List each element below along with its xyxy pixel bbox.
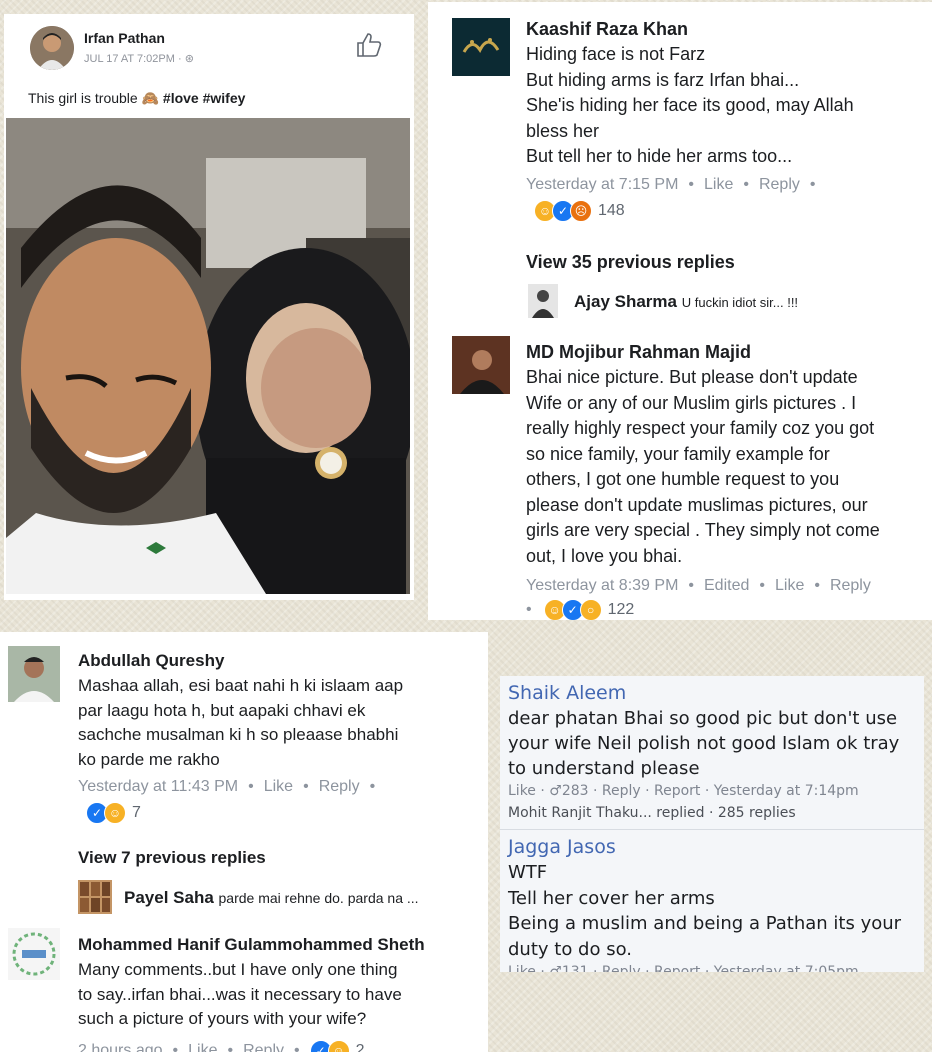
- comments-panel-bottom-left: Abdullah Qureshy Mashaa allah, esi baat …: [0, 632, 488, 1052]
- comment-meta: 2 hours ago • Like • Reply • ✓ ☺ 2: [78, 1039, 484, 1052]
- reply-payel: Payel Saha parde mai rehne do. parda na …: [124, 888, 419, 908]
- like-link[interactable]: Like: [775, 577, 804, 594]
- comment-hanif: Mohammed Hanif Gulammohammed Sheth Many …: [78, 932, 484, 1052]
- comment-text: dear phatan Bhai so good pic but don't u…: [508, 708, 900, 779]
- comment-text: Bhai nice picture. But please don't upda…: [526, 367, 880, 566]
- kaashif-avatar[interactable]: [452, 18, 510, 76]
- replies-summary[interactable]: Mohit Ranjit Thaku... replied · 285 repl…: [508, 805, 924, 821]
- haha-icon: ☺: [327, 1039, 350, 1052]
- comment-text: Mashaa allah, esi baat nahi h ki islaam …: [78, 676, 404, 769]
- comment-mojibur: MD Mojibur Rahman Majid Bhai nice pictur…: [526, 339, 930, 620]
- reactions[interactable]: • ☺ ✓ ○ 122: [526, 599, 930, 620]
- comment-text: Many comments..but I have only one thing…: [78, 960, 402, 1028]
- like-link[interactable]: Like: [188, 1042, 217, 1052]
- reaction-count: 2: [355, 1041, 365, 1052]
- reaction-count: 122: [607, 601, 635, 618]
- comment-meta: Yesterday at 8:39 PM • Edited • Like • Reply: [526, 577, 871, 594]
- reply-link[interactable]: Reply: [319, 778, 360, 795]
- post-photo[interactable]: [6, 118, 410, 594]
- reply-name[interactable]: Ajay Sharma: [574, 292, 677, 311]
- payel-avatar[interactable]: [78, 880, 112, 914]
- view-previous-replies[interactable]: View 35 previous replies: [526, 252, 735, 273]
- wow-icon: ○: [579, 599, 602, 620]
- angry-icon: ☹: [570, 199, 592, 222]
- commenter-name[interactable]: Abdullah Qureshy: [78, 648, 484, 674]
- post-text: This girl is trouble 🙈 #love #wifey: [28, 90, 246, 106]
- like-link[interactable]: Like: [704, 176, 733, 193]
- comment-time[interactable]: Yesterday at 7:15 PM: [526, 176, 678, 193]
- edited-label[interactable]: Edited: [704, 577, 749, 594]
- hanif-avatar[interactable]: [8, 928, 60, 980]
- comment-meta: Yesterday at 11:43 PM • Like • Reply •: [78, 778, 376, 795]
- commenter-name[interactable]: Kaashif Raza Khan: [526, 16, 926, 42]
- mojibur-avatar[interactable]: [452, 336, 510, 394]
- comment-meta[interactable]: Like · ♂131 · Reply · Report · Yesterday…: [508, 964, 924, 972]
- divider: [500, 829, 924, 830]
- post-panel: Irfan Pathan JUL 17 AT 7:02PM · ⊛ This g…: [4, 14, 414, 600]
- comment-jagga: Jagga Jasos WTF Tell her cover her arms …: [508, 834, 924, 972]
- comments-panel-bottom-right: Shaik Aleem dear phatan Bhai so good pic…: [500, 676, 924, 972]
- ajay-avatar[interactable]: [528, 284, 558, 318]
- commenter-name[interactable]: Jagga Jasos: [508, 834, 924, 860]
- comment-meta[interactable]: Like · ♂283 · Reply · Report · Yesterday…: [508, 783, 924, 799]
- reaction-count: 7: [132, 804, 141, 821]
- reactions[interactable]: ✓ ☺ 7: [86, 802, 484, 824]
- comment-time[interactable]: Yesterday at 8:39 PM: [526, 577, 678, 594]
- comment-text: Hiding face is not Farz But hiding arms …: [526, 44, 854, 166]
- view-previous-replies[interactable]: View 7 previous replies: [78, 848, 266, 868]
- reply-link[interactable]: Reply: [830, 577, 871, 594]
- post-timestamp[interactable]: JUL 17 AT 7:02PM · ⊛: [84, 52, 194, 65]
- like-link[interactable]: Like: [264, 778, 293, 795]
- comment-time[interactable]: 2 hours ago: [78, 1042, 163, 1052]
- reply-link[interactable]: Reply: [243, 1042, 284, 1052]
- reaction-count: 148: [598, 201, 625, 219]
- comment-text: WTF Tell her cover her arms Being a musl…: [508, 862, 902, 960]
- commenter-name[interactable]: Shaik Aleem: [508, 680, 924, 706]
- comments-panel-top-right: Kaashif Raza Khan Hiding face is not Far…: [428, 2, 932, 620]
- author-avatar[interactable]: [30, 26, 74, 70]
- comment-time[interactable]: Yesterday at 11:43 PM: [78, 778, 238, 795]
- reply-text: parde mai rehne do. parda na ...: [218, 890, 419, 906]
- reply-link[interactable]: Reply: [759, 176, 800, 193]
- post-hashtags[interactable]: #love #wifey: [163, 90, 246, 106]
- like-thumb-icon[interactable]: [354, 30, 384, 65]
- reactions[interactable]: ☺ ✓ ☹ 148: [534, 199, 926, 222]
- comment-meta: Yesterday at 7:15 PM • Like • Reply •: [526, 175, 816, 193]
- commenter-name[interactable]: Mohammed Hanif Gulammohammed Sheth: [78, 932, 484, 958]
- reply-text: U fuckin idiot sir... !!!: [681, 295, 799, 310]
- post-author[interactable]: Irfan Pathan: [84, 30, 165, 46]
- reply-ajay: Ajay Sharma U fuckin idiot sir... !!!: [574, 292, 798, 312]
- comment-kaashif: Kaashif Raza Khan Hiding face is not Far…: [526, 16, 926, 222]
- reply-name[interactable]: Payel Saha: [124, 888, 214, 907]
- abdullah-avatar[interactable]: [8, 646, 60, 702]
- globe-icon: ⊛: [184, 53, 194, 65]
- haha-icon: ☺: [104, 802, 126, 824]
- commenter-name[interactable]: MD Mojibur Rahman Majid: [526, 339, 930, 365]
- comment-shaik: Shaik Aleem dear phatan Bhai so good pic…: [508, 680, 924, 821]
- comment-abdullah: Abdullah Qureshy Mashaa allah, esi baat …: [78, 648, 484, 824]
